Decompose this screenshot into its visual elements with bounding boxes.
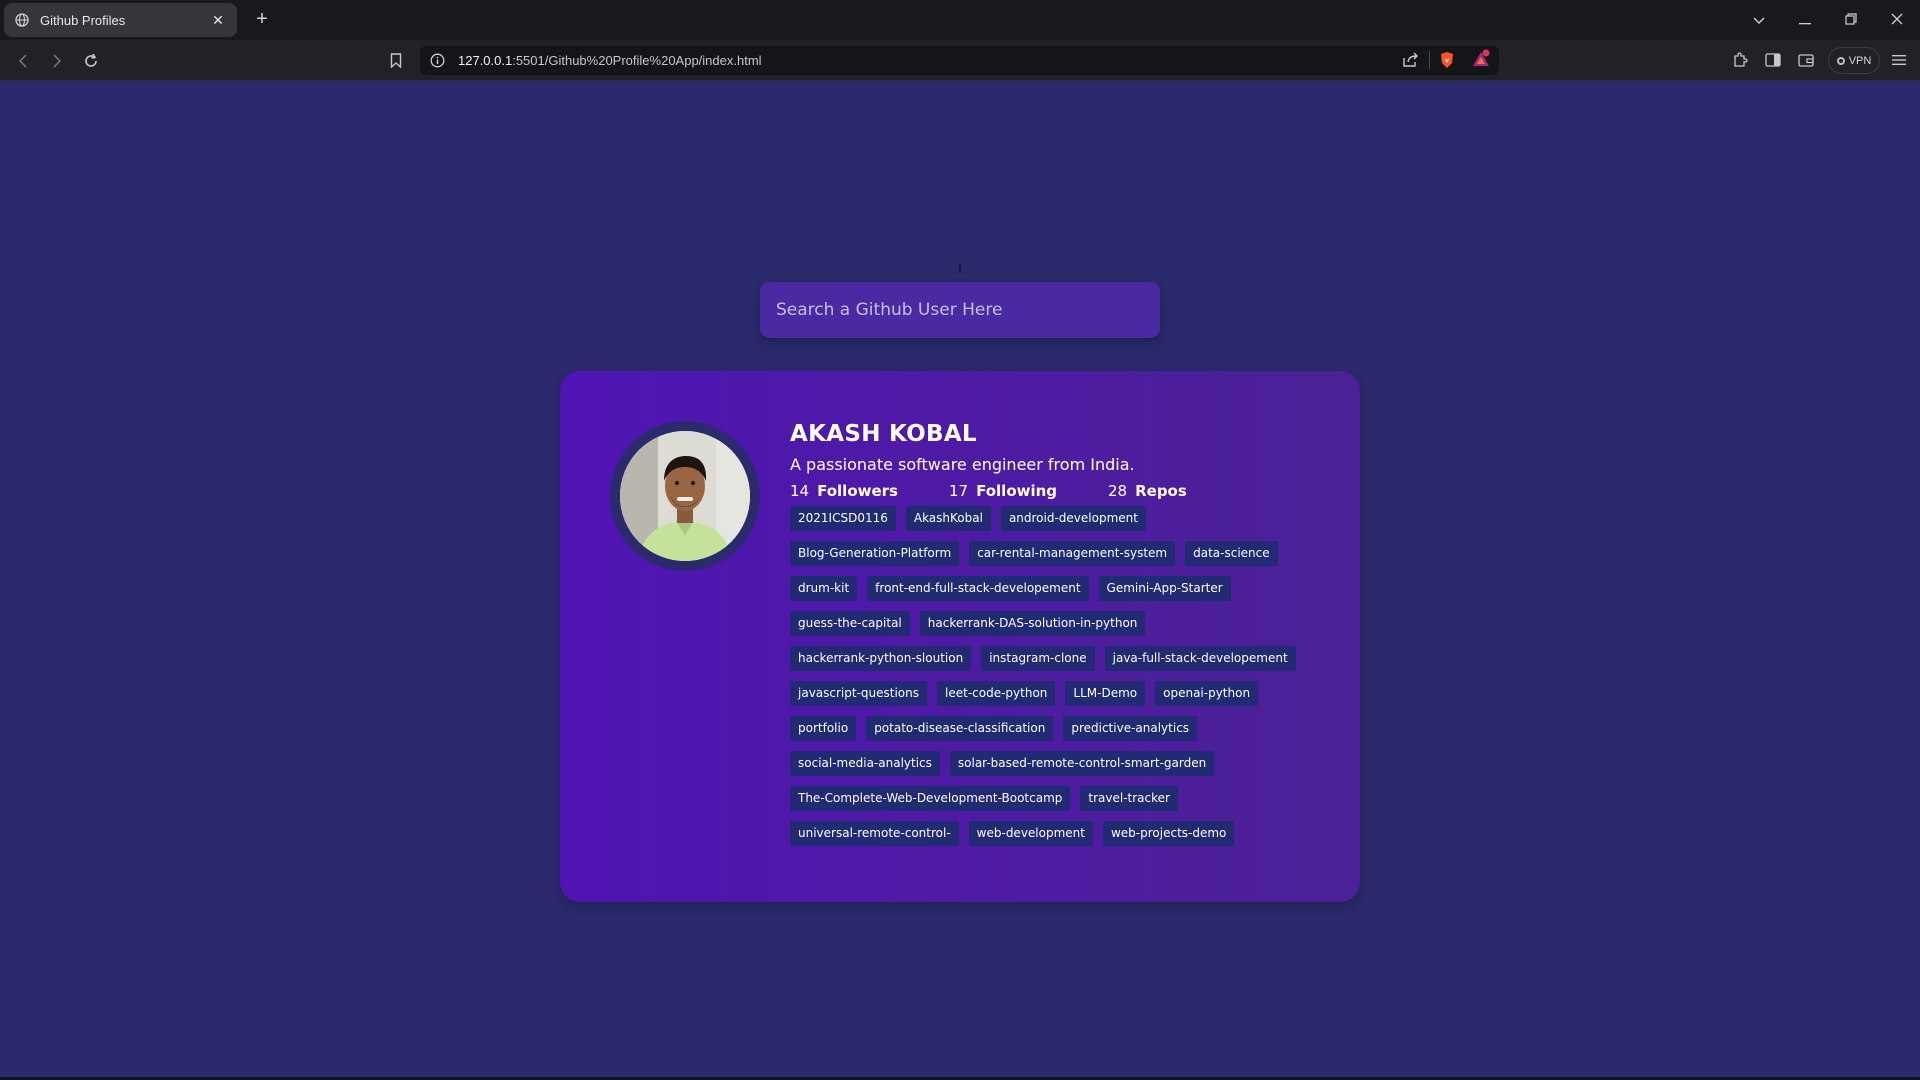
repo-link[interactable]: LLM-Demo: [1065, 681, 1146, 706]
following-count: 17: [949, 482, 969, 500]
repo-link[interactable]: data-science: [1185, 541, 1278, 566]
close-window-icon[interactable]: [1882, 8, 1912, 32]
browser-toolbar: 127.0.0.1:5501/Github%20Profile%20App/in…: [0, 40, 1920, 81]
avatar: [610, 421, 760, 571]
following-label: Following: [976, 482, 1058, 500]
profile-card: AKASH KOBAL A passionate software engine…: [560, 371, 1360, 902]
vpn-status-icon: [1836, 56, 1845, 65]
repo-link[interactable]: portfolio: [790, 716, 857, 741]
menu-icon[interactable]: [1887, 48, 1911, 72]
browser-tab[interactable]: Github Profiles ✕: [4, 3, 237, 37]
restore-icon[interactable]: [1836, 8, 1866, 32]
repos-count: 28: [1108, 482, 1128, 500]
repo-link[interactable]: AkashKobal: [905, 506, 991, 531]
vpn-button[interactable]: VPN: [1828, 47, 1880, 74]
repo-link[interactable]: potato-disease-classification: [866, 716, 1054, 741]
repo-link[interactable]: web-development: [968, 821, 1093, 846]
brave-rewards-icon[interactable]: [1471, 49, 1491, 74]
minimize-icon[interactable]: [1790, 8, 1820, 32]
repo-link[interactable]: web-projects-demo: [1102, 821, 1235, 846]
wallet-icon[interactable]: [1794, 48, 1818, 72]
profile-info: AKASH KOBAL A passionate software engine…: [790, 421, 1330, 856]
url-path: :5501/Github%20Profile%20App/index.html: [512, 53, 762, 68]
repos-stat: 28 Repos: [1108, 482, 1187, 500]
back-icon[interactable]: [10, 48, 36, 74]
avatar-photo: [620, 431, 750, 561]
followers-label: Followers: [817, 482, 898, 500]
url-text: 127.0.0.1:5501/Github%20Profile%20App/in…: [458, 53, 762, 68]
bookmark-icon[interactable]: [384, 48, 408, 72]
reload-icon[interactable]: [78, 48, 104, 74]
search-input[interactable]: [760, 282, 1160, 338]
following-stat: 17 Following: [949, 482, 1108, 500]
tab-bar: Github Profiles ✕ +: [0, 0, 1920, 40]
repo-link[interactable]: openai-python: [1155, 681, 1259, 706]
vpn-label: VPN: [1848, 54, 1872, 67]
repo-link[interactable]: android-development: [1000, 506, 1146, 531]
repo-link[interactable]: guess-the-capital: [790, 611, 910, 636]
repo-link[interactable]: Blog-Generation-Platform: [790, 541, 960, 566]
url-host: 127.0.0.1: [458, 53, 513, 68]
repo-link[interactable]: java-full-stack-developement: [1104, 646, 1296, 671]
repo-link[interactable]: predictive-analytics: [1063, 716, 1198, 741]
new-tab-button[interactable]: +: [250, 8, 274, 32]
repo-list: 2021ICSD0116 AkashKobal android-developm…: [790, 506, 1330, 856]
extensions-icon[interactable]: [1728, 48, 1752, 72]
profile-name: AKASH KOBAL: [790, 421, 977, 447]
repo-link[interactable]: Gemini-App-Starter: [1098, 576, 1231, 601]
url-divider: [1429, 51, 1430, 69]
site-info-icon[interactable]: [430, 53, 445, 73]
sidebar-icon[interactable]: [1761, 48, 1785, 72]
repo-link[interactable]: drum-kit: [790, 576, 858, 601]
repo-link[interactable]: The-Complete-Web-Development-Bootcamp: [790, 786, 1071, 811]
globe-icon: [14, 12, 30, 28]
repo-link[interactable]: travel-tracker: [1080, 786, 1178, 811]
tab-title: Github Profiles: [40, 12, 126, 28]
repos-label: Repos: [1135, 482, 1187, 500]
brave-shields-icon[interactable]: [1439, 51, 1455, 74]
repo-link[interactable]: javascript-questions: [790, 681, 928, 706]
tab-list-chevron-icon[interactable]: [1744, 8, 1774, 32]
profile-bio: A passionate software engineer from Indi…: [790, 455, 1135, 474]
text-cursor: I: [958, 260, 962, 276]
repo-link[interactable]: instagram-clone: [981, 646, 1095, 671]
repo-link[interactable]: social-media-analytics: [790, 751, 940, 776]
repo-link[interactable]: universal-remote-control-: [790, 821, 959, 846]
close-tab-icon[interactable]: ✕: [209, 12, 227, 29]
share-icon[interactable]: [1402, 52, 1419, 73]
repo-link[interactable]: hackerrank-DAS-solution-in-python: [919, 611, 1146, 636]
repo-link[interactable]: front-end-full-stack-developement: [867, 576, 1089, 601]
repo-link[interactable]: solar-based-remote-control-smart-garden: [949, 751, 1215, 776]
repo-link[interactable]: leet-code-python: [937, 681, 1056, 706]
repo-link[interactable]: 2021ICSD0116: [790, 506, 896, 531]
profile-stats: 14 Followers 17 Following 28 Repos: [790, 482, 1330, 500]
page-body: I AKASH KOBAL A passionate software engi…: [0, 82, 1920, 1078]
address-bar[interactable]: 127.0.0.1:5501/Github%20Profile%20App/in…: [420, 46, 1499, 75]
followers-count: 14: [790, 482, 810, 500]
repo-link[interactable]: hackerrank-python-sloution: [790, 646, 972, 671]
followers-stat: 14 Followers: [790, 482, 949, 500]
repo-link[interactable]: car-rental-management-system: [969, 541, 1176, 566]
forward-icon[interactable]: [44, 48, 70, 74]
